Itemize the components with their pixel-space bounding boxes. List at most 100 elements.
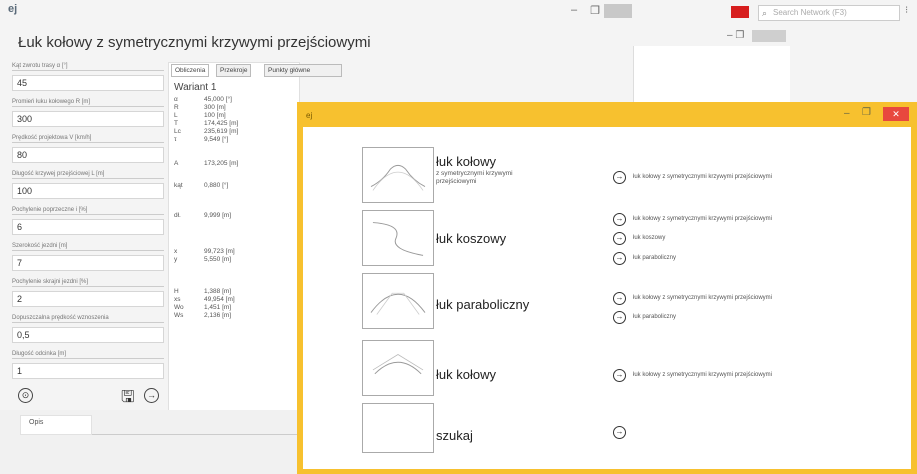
result-row: kąt 0,880 [°] xyxy=(174,182,228,189)
field-angle: Kąt zwrotu trasy α [°] 45 xyxy=(12,62,164,91)
width-input[interactable]: 7 xyxy=(12,255,164,271)
field-width: Szerokość jezdni [m] 7 xyxy=(12,242,164,271)
link-label: łuk koszowy xyxy=(633,235,666,241)
result-key: α xyxy=(174,96,178,103)
slope-input[interactable]: 6 xyxy=(12,219,164,235)
segment-length-input[interactable]: 1 xyxy=(12,363,164,379)
arrow-icon: → xyxy=(613,292,626,305)
arrow-icon: → xyxy=(613,213,626,226)
minimize-button[interactable]: – xyxy=(565,4,583,16)
search-thumbnail[interactable] xyxy=(362,403,434,453)
result-key: x xyxy=(174,248,178,255)
arrow-icon: → xyxy=(613,369,626,382)
result-key: Lc xyxy=(174,128,181,135)
result-value: 300 [m] xyxy=(204,104,226,111)
save-icon[interactable]: 🖫 xyxy=(121,386,135,413)
option-title[interactable]: łuk paraboliczny xyxy=(436,297,529,312)
option-title[interactable]: szukaj xyxy=(436,428,473,443)
curve-type-dialog: ej – ❐ ✕ łuk kołowy z symetrycznymi krzy… xyxy=(297,102,917,474)
result-value: 9,549 [°] xyxy=(204,136,229,143)
link-label: łuk paraboliczny xyxy=(633,255,677,261)
secondary-close-button[interactable] xyxy=(752,30,786,42)
field-slope: Pochylenie poprzeczne i [%] 6 xyxy=(12,206,164,235)
close-button[interactable] xyxy=(604,4,632,18)
calculate-button[interactable]: ⊙ xyxy=(18,388,33,403)
result-key: H xyxy=(174,288,179,295)
dialog-title-bar: ej – ❐ ✕ xyxy=(297,102,917,127)
result-value: 2,136 [m] xyxy=(204,312,232,319)
search-icon: ⌕ xyxy=(762,8,768,18)
next-arrow-icon[interactable]: → xyxy=(144,388,159,403)
result-value: 1,451 [m] xyxy=(204,304,232,311)
description-tab[interactable]: Opis xyxy=(20,415,92,435)
result-key: Wo xyxy=(174,304,184,311)
result-row: Ws 2,136 [m] xyxy=(174,312,231,319)
option-title[interactable]: łuk koszowy xyxy=(436,231,506,246)
result-row: A 173,205 [m] xyxy=(174,160,238,167)
result-key: xs xyxy=(174,296,181,303)
tab-sections[interactable]: Przekroje xyxy=(216,64,252,77)
arrow-icon: → xyxy=(613,232,626,245)
result-key: y xyxy=(174,256,178,263)
link-label: łuk kołowy z symetrycznymi krzywymi prze… xyxy=(633,174,773,180)
field-label: Promień łuku kołowego R [m] xyxy=(12,98,164,107)
tab-calculations[interactable]: Obliczenia xyxy=(171,64,210,77)
field-label: Prędkość projektowa V [km/h] xyxy=(12,134,164,143)
circular-curve-alt-thumbnail[interactable] xyxy=(362,340,434,396)
circular-curve-thumbnail[interactable] xyxy=(362,147,434,203)
edge-slope-input[interactable]: 2 xyxy=(12,291,164,307)
app-icon: ej xyxy=(8,3,18,15)
field-segment-length: Długość odcinka [m] 1 xyxy=(12,350,164,379)
result-row: R 300 [m] xyxy=(174,104,226,111)
dialog-close-button[interactable]: ✕ xyxy=(883,107,909,121)
result-row: T 174,425 [m] xyxy=(174,120,238,127)
result-value: 49,954 [m] xyxy=(204,296,235,303)
result-key: Ws xyxy=(174,312,184,319)
result-value: 9,999 [m] xyxy=(204,212,232,219)
menu-dots-icon[interactable]: ⁝ xyxy=(905,5,908,16)
field-edge-slope: Pochylenie skrajni jezdni [%] 2 xyxy=(12,278,164,307)
result-key: L xyxy=(174,112,178,119)
result-row: L 100 [m] xyxy=(174,112,226,119)
result-key: τ xyxy=(174,136,177,143)
secondary-window-controls[interactable]: – ❐ xyxy=(727,30,744,41)
dialog-app-icon: ej xyxy=(306,111,313,120)
field-label: Długość krzywej przejściowej L [m] xyxy=(12,170,164,179)
search-input[interactable]: ⌕ Search Network (F3) xyxy=(758,5,900,21)
dialog-body: łuk kołowy z symetrycznymi krzywymi prze… xyxy=(303,127,911,469)
result-value: 174,425 [m] xyxy=(204,120,239,127)
result-value: 5,550 [m] xyxy=(204,256,232,263)
tab-main-points[interactable]: Punkty główne xyxy=(264,64,342,77)
field-label: Dopuszczalna prędkość wznoszenia xyxy=(12,314,164,323)
parabolic-curve-thumbnail[interactable] xyxy=(362,273,434,329)
compound-curve-thumbnail[interactable] xyxy=(362,210,434,266)
link-label: łuk paraboliczny xyxy=(633,314,677,320)
result-row: Lc 235,619 [m] xyxy=(174,128,238,135)
results-heading: Wariant 1 xyxy=(174,82,217,93)
radius-input[interactable]: 300 xyxy=(12,111,164,127)
field-radius: Promień łuku kołowego R [m] 300 xyxy=(12,98,164,127)
result-row: α 45,000 [°] xyxy=(174,96,232,103)
field-length: Długość krzywej przejściowej L [m] 100 xyxy=(12,170,164,199)
option-title[interactable]: łuk kołowy xyxy=(436,154,496,169)
dialog-maximize-button[interactable]: ❐ xyxy=(862,107,871,118)
arrow-icon: → xyxy=(613,426,626,439)
result-value: 0,880 [°] xyxy=(204,182,229,189)
field-label: Kąt zwrotu trasy α [°] xyxy=(12,62,164,71)
field-label: Długość odcinka [m] xyxy=(12,350,164,359)
option-title[interactable]: łuk kołowy xyxy=(436,367,496,382)
maximize-button[interactable]: ❐ xyxy=(586,4,604,17)
result-value: 45,000 [°] xyxy=(204,96,232,103)
angle-input[interactable]: 45 xyxy=(12,75,164,91)
rise-speed-input[interactable]: 0,5 xyxy=(12,327,164,343)
length-input[interactable]: 100 xyxy=(12,183,164,199)
result-key: A xyxy=(174,160,179,167)
result-key: T xyxy=(174,120,178,127)
dialog-minimize-button[interactable]: – xyxy=(844,108,850,119)
speed-input[interactable]: 80 xyxy=(12,147,164,163)
result-row: Wo 1,451 [m] xyxy=(174,304,231,311)
taskbar-close-button[interactable] xyxy=(731,6,749,18)
divider xyxy=(92,434,300,435)
link-label: łuk kołowy z symetrycznymi krzywymi prze… xyxy=(633,216,773,222)
field-label: Szerokość jezdni [m] xyxy=(12,242,164,251)
